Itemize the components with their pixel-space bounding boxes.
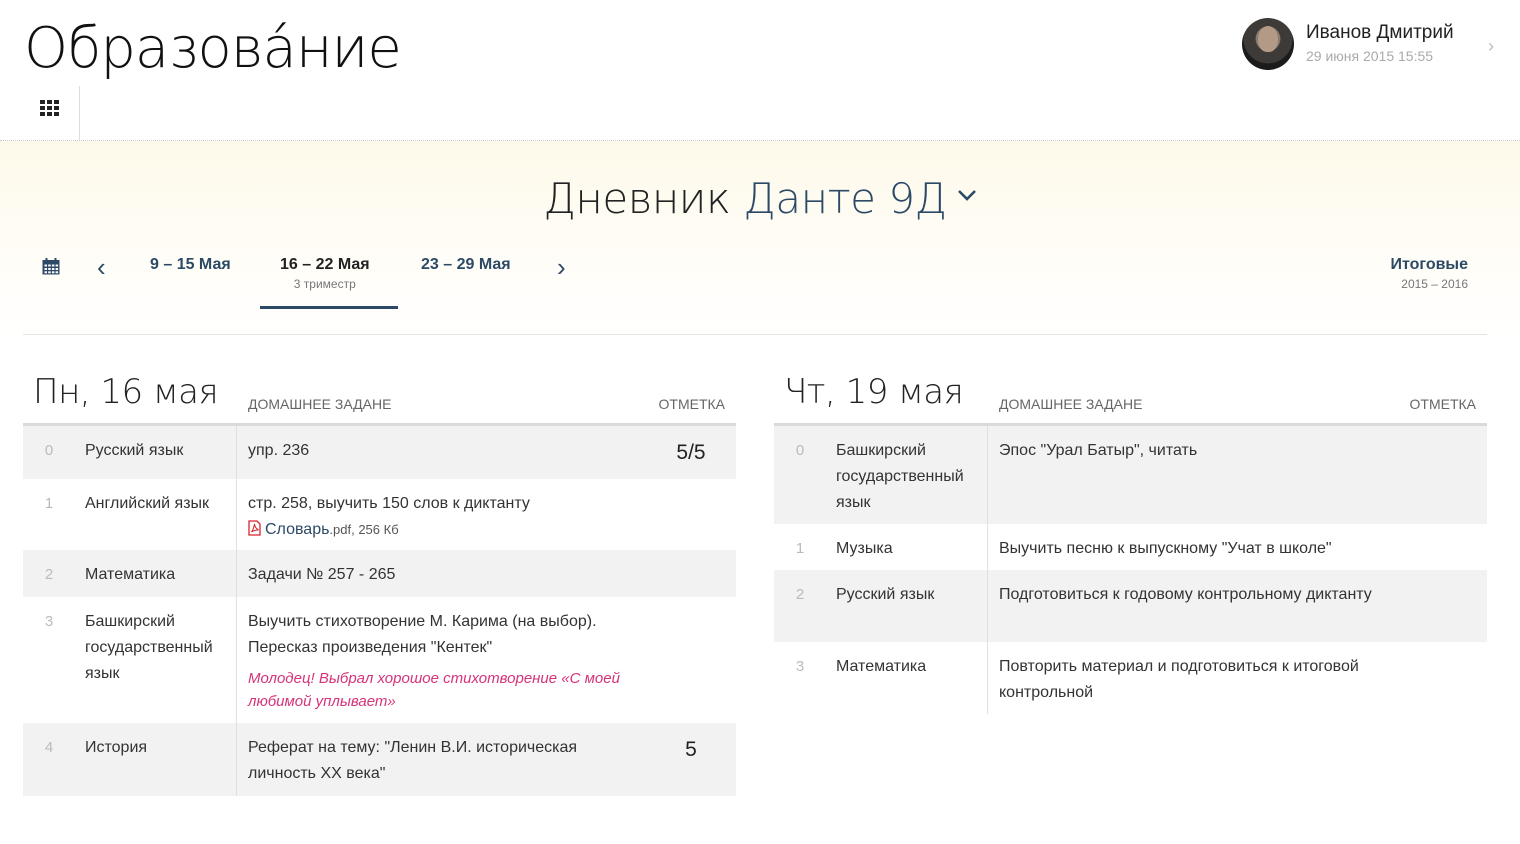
lesson-mark (1397, 570, 1487, 642)
lesson-number: 2 (795, 586, 805, 603)
prev-week-arrow-icon[interactable]: ‹ (97, 254, 106, 280)
column-homework: ДОМАШНЕЕ ЗАДАНЕ (248, 396, 392, 412)
lesson-homework: Задачи № 257 - 265 (248, 566, 396, 583)
week-prev-label: 9 – 15 Мая (150, 256, 231, 273)
lesson-subject: Математика (75, 550, 237, 597)
lesson-number: 4 (44, 739, 54, 756)
lesson-row[interactable]: 3 Математика Повторить материал и подгот… (774, 642, 1487, 714)
attachment-link[interactable]: Словарь.pdf, 256 Кб (248, 517, 636, 543)
lesson-row[interactable]: 3 Башкирский государственный язык Выучит… (23, 597, 736, 723)
totals-year: 2015 – 2016 (1401, 277, 1468, 291)
avatar (1242, 18, 1294, 70)
teacher-comment: Молодец! Выбрал хорошое стихотворение «С… (248, 670, 620, 710)
lesson-homework-cell: стр. 258, выучить 150 слов к диктанту Сл… (237, 479, 646, 550)
week-current-label: 16 – 22 Мая (280, 256, 370, 273)
band-divider (23, 334, 1487, 335)
lesson-subject: Английский язык (75, 479, 237, 550)
lesson-mark (1397, 524, 1487, 570)
totals-label: Итоговые (1390, 256, 1468, 273)
lesson-homework: Реферат на тему: "Ленин В.И. историческа… (248, 739, 578, 782)
week-next[interactable]: 23 – 29 Мая (421, 256, 511, 274)
lesson-mark: 5/5 (676, 441, 706, 464)
attachment-name: Словарь (265, 521, 330, 538)
lesson-mark (646, 550, 736, 597)
week-current-term: 3 триместр (293, 277, 356, 291)
lesson-row[interactable]: 2 Математика Задачи № 257 - 265 (23, 550, 736, 597)
lesson-row[interactable]: 1 Английский язык стр. 258, выучить 150 … (23, 479, 736, 550)
lesson-number: 1 (795, 540, 805, 557)
column-mark: ОТМЕТКА (1409, 396, 1477, 412)
lesson-mark (646, 597, 736, 723)
lesson-mark (1397, 642, 1487, 714)
totals-link[interactable]: Итоговые 2015 – 2016 (1390, 256, 1468, 291)
lesson-mark (646, 479, 736, 550)
attachment-meta: .pdf, 256 Кб (329, 522, 399, 537)
day-card-thursday: Чт, 19 мая ДОМАШНЕЕ ЗАДАНЕ ОТМЕТКА 0 Баш… (774, 372, 1487, 714)
lesson-subject: Русский язык (75, 426, 237, 479)
lesson-homework: Эпос "Урал Батыр", читать (999, 442, 1198, 459)
active-week-indicator (260, 306, 398, 309)
chevron-right-icon: › (1488, 36, 1494, 56)
next-week-arrow-icon[interactable]: › (557, 254, 566, 280)
diary-class-selector[interactable]: Данте 9Д (743, 174, 947, 223)
user-menu[interactable]: Иванов Дмитрий 29 июня 2015 15:55 › (1230, 18, 1520, 74)
week-next-label: 23 – 29 Мая (421, 256, 511, 273)
day-title: Чт, 19 мая (784, 372, 964, 412)
lesson-homework: Подготовиться к годовому контрольному ди… (999, 586, 1372, 603)
chevron-down-icon[interactable] (957, 185, 977, 205)
calendar-icon[interactable] (42, 258, 60, 275)
lesson-subject: Русский язык (826, 570, 988, 642)
diary-title-prefix: Дневник (543, 174, 731, 223)
lesson-row[interactable]: 2 Русский язык Подготовиться к годовому … (774, 570, 1487, 642)
user-name: Иванов Дмитрий (1306, 22, 1454, 43)
lesson-number: 3 (795, 658, 805, 675)
lesson-number: 1 (44, 495, 54, 512)
lesson-subject: История (75, 723, 237, 796)
lesson-row[interactable]: 0 Башкирский государственный язык Эпос "… (774, 426, 1487, 524)
diary-title: Дневник Данте 9Д (0, 174, 1520, 223)
lesson-number: 0 (795, 442, 805, 459)
day-title: Пн, 16 мая (33, 372, 219, 412)
day-header: Пн, 16 мая ДОМАШНЕЕ ЗАДАНЕ ОТМЕТКА (23, 372, 736, 426)
lesson-row[interactable]: 0 Русский язык упр. 236 5/5 (23, 426, 736, 479)
app-title: Образова́ние (24, 16, 402, 81)
lesson-homework: Выучить песню к выпускному "Учат в школе… (999, 540, 1332, 557)
grid-icon[interactable] (40, 100, 62, 116)
lesson-subject: Музыка (826, 524, 988, 570)
lesson-mark (1397, 426, 1487, 524)
week-current[interactable]: 16 – 22 Мая 3 триместр (280, 256, 370, 291)
apps-divider (79, 86, 80, 141)
week-prev[interactable]: 9 – 15 Мая (150, 256, 231, 274)
lesson-homework: Повторить материал и подготовиться к ито… (999, 658, 1359, 701)
lesson-homework: стр. 258, выучить 150 слов к диктанту (248, 495, 530, 512)
lesson-mark: 5 (685, 738, 697, 761)
lesson-row[interactable]: 1 Музыка Выучить песню к выпускному "Уча… (774, 524, 1487, 570)
column-homework: ДОМАШНЕЕ ЗАДАНЕ (999, 396, 1143, 412)
lesson-row[interactable]: 4 История Реферат на тему: "Ленин В.И. и… (23, 723, 736, 796)
lesson-number: 3 (44, 613, 54, 630)
day-header: Чт, 19 мая ДОМАШНЕЕ ЗАДАНЕ ОТМЕТКА (774, 372, 1487, 426)
lesson-number: 0 (44, 442, 54, 459)
lesson-homework-cell: Выучить стихотворение М. Карима (на выбо… (237, 597, 646, 723)
lesson-homework: упр. 236 (248, 442, 310, 459)
day-card-monday: Пн, 16 мая ДОМАШНЕЕ ЗАДАНЕ ОТМЕТКА 0 Рус… (23, 372, 736, 796)
column-mark: ОТМЕТКА (658, 396, 726, 412)
lesson-number: 2 (44, 566, 54, 583)
week-band (0, 141, 1520, 336)
lesson-subject: Математика (826, 642, 988, 714)
pdf-icon (248, 520, 261, 536)
lesson-homework: Выучить стихотворение М. Карима (на выбо… (248, 613, 597, 656)
user-datetime: 29 июня 2015 15:55 (1306, 48, 1434, 64)
lesson-subject: Башкирский государственный язык (826, 426, 988, 524)
lesson-subject: Башкирский государственный язык (75, 597, 237, 723)
